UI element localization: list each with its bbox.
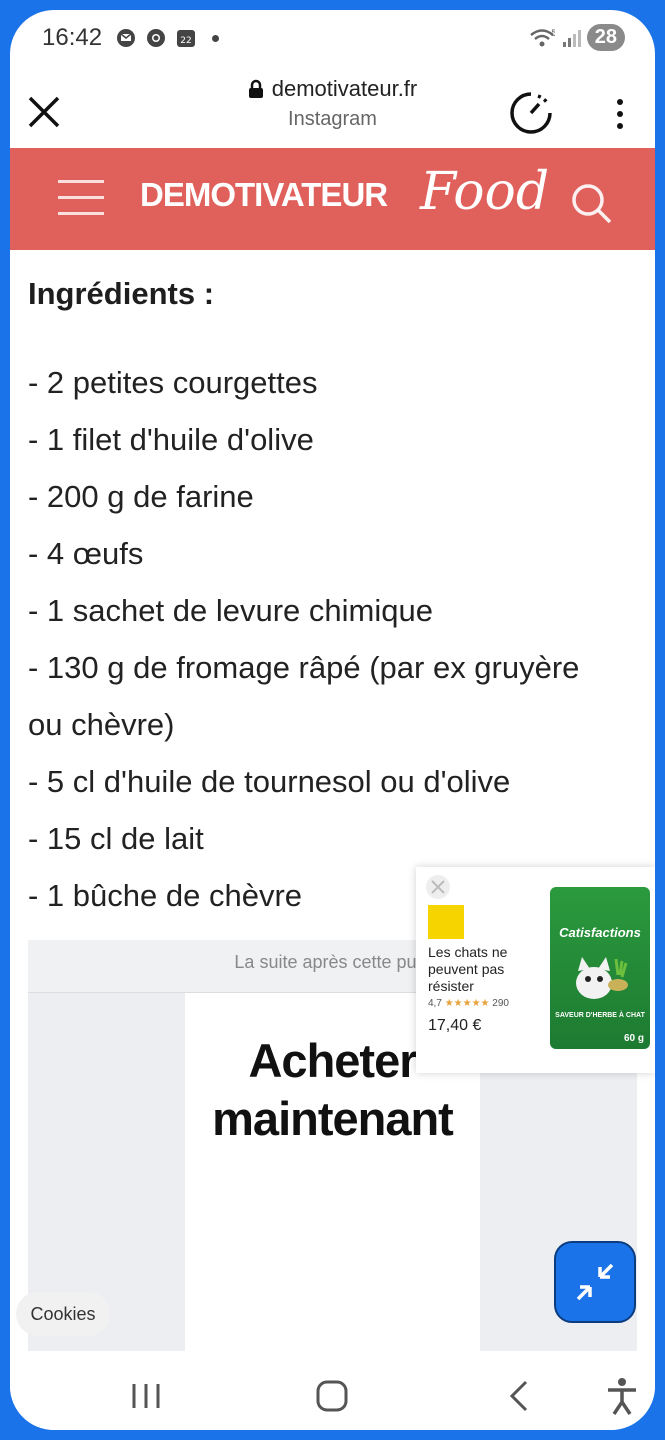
floating-product-ad[interactable]: Les chats ne peuvent pas résister 4,7 ★★…	[416, 867, 655, 1073]
calendar-icon: 22	[177, 30, 195, 47]
close-ad-icon[interactable]	[426, 875, 450, 899]
star-rating-icon: ★★★★★	[444, 998, 490, 1009]
minimize-button[interactable]	[554, 1241, 636, 1323]
svg-text:5: 5	[551, 29, 555, 39]
ingredients-list: - 2 petites courgettes - 1 filet d'huile…	[28, 354, 648, 924]
more-menu-icon[interactable]	[608, 96, 632, 132]
timer-icon[interactable]	[508, 90, 554, 136]
url-source: Instagram	[288, 108, 377, 130]
cat-illustration-icon	[576, 957, 628, 999]
cookies-button[interactable]: Cookies	[16, 1292, 110, 1336]
ad-rating: 4,7 ★★★★★ 290	[428, 998, 509, 1009]
wifi-icon: 5	[529, 29, 555, 46]
battery-indicator: 28	[586, 24, 625, 51]
ingredients-heading: Ingrédients :	[28, 276, 215, 311]
ingredient-line: - 200 g de farine	[28, 479, 254, 514]
browser-toolbar: demotivateur.fr Instagram	[10, 70, 655, 148]
phone-screen: 16:42 22 5 28 demotivateur.fr Instagram …	[10, 10, 655, 1430]
system-nav-bar	[10, 1362, 655, 1430]
site-header: DEMOTIVATEUR Food	[10, 148, 655, 250]
url-domain[interactable]: demotivateur.fr	[248, 76, 417, 102]
ad-price: 17,40 €	[428, 1017, 482, 1034]
back-icon[interactable]	[500, 1376, 540, 1416]
ingredient-line: - 1 sachet de levure chimique	[28, 593, 433, 628]
status-bar: 16:42 22 5 28	[10, 10, 655, 70]
notification-dot	[212, 34, 219, 42]
search-icon[interactable]	[570, 182, 614, 226]
chrome-icon	[147, 29, 165, 47]
lock-icon	[248, 79, 263, 98]
message-icon	[117, 29, 135, 47]
ingredient-line: - 2 petites courgettes	[28, 365, 318, 400]
signal-icon	[562, 29, 581, 47]
ingredient-line: - 130 g de fromage râpé (par ex gruyère	[28, 650, 580, 685]
product-image: Catisfactions SAVEUR D'HERBE À CHAT 60 g	[550, 887, 650, 1049]
svg-text:22: 22	[180, 36, 191, 46]
hamburger-menu-icon[interactable]	[58, 180, 104, 216]
ingredient-line: - 15 cl de lait	[28, 821, 204, 856]
ingredient-line: - 5 cl d'huile de tournesol ou d'olive	[28, 764, 511, 799]
ad-product-title: Les chats ne peuvent pas résister	[428, 944, 508, 994]
brand-logo	[428, 905, 464, 939]
ingredient-line: ou chèvre)	[28, 707, 175, 742]
accessibility-icon[interactable]	[602, 1376, 642, 1416]
recent-apps-icon[interactable]	[126, 1376, 166, 1416]
ingredient-line: - 4 œufs	[28, 536, 144, 571]
site-logo-food[interactable]: Food	[420, 162, 549, 222]
clock: 16:42	[42, 24, 103, 51]
article-body: Ingrédients : - 2 petites courgettes - 1…	[28, 250, 648, 924]
home-icon[interactable]	[312, 1376, 352, 1416]
site-logo[interactable]: DEMOTIVATEUR	[140, 176, 388, 214]
ingredient-line: - 1 filet d'huile d'olive	[28, 422, 314, 457]
collapse-arrows-icon	[576, 1263, 614, 1301]
